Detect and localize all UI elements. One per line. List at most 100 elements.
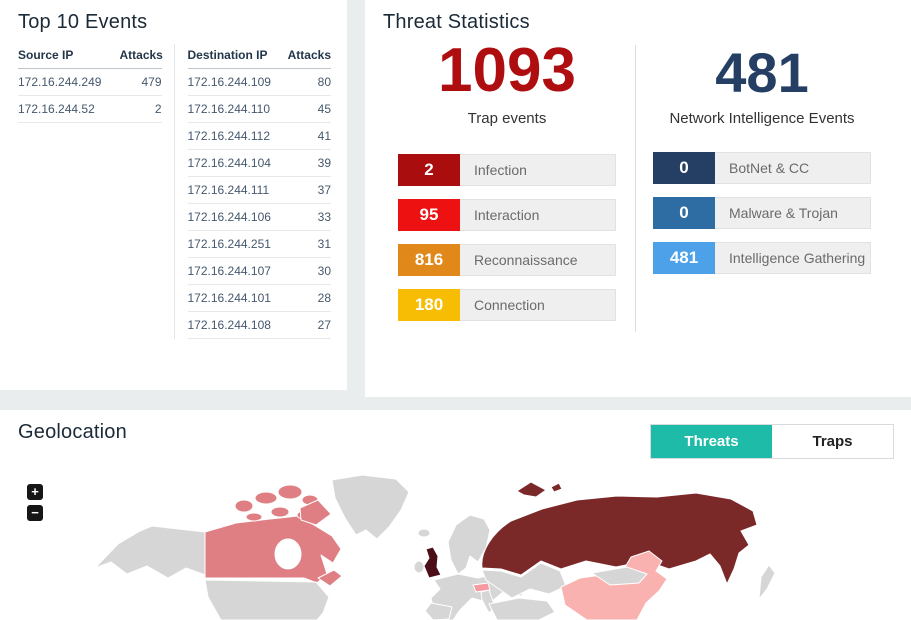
network-intelligence-label: Network Intelligence Events xyxy=(669,109,855,127)
top-events-panel: Top 10 Events Source IP Attacks 172.16.2… xyxy=(0,0,347,390)
destination-ip-cell: 172.16.244.110 xyxy=(187,95,287,123)
world-map[interactable] xyxy=(0,470,911,620)
destination-ip-cell: 172.16.244.108 xyxy=(187,311,287,339)
map-country-ireland[interactable] xyxy=(413,560,425,574)
attacks-cell: 479 xyxy=(119,68,162,96)
attacks-cell: 31 xyxy=(287,230,331,258)
map-canada-island[interactable] xyxy=(277,484,303,500)
top-events-tables: Source IP Attacks 172.16.244.249 479 172… xyxy=(0,34,347,339)
attacks-cell: 37 xyxy=(287,176,331,204)
attacks-cell: 28 xyxy=(287,284,331,312)
trap-category-badges: 2 Infection 95 Interaction 816 Reconnais… xyxy=(398,154,616,322)
category-label: Malware & Trojan xyxy=(729,204,838,221)
source-ip-header: Source IP xyxy=(18,44,120,69)
table-row: 172.16.244.112 41 xyxy=(187,122,331,150)
map-country-alaska[interactable] xyxy=(94,525,206,579)
attacks-cell: 45 xyxy=(287,95,331,123)
destination-ip-table: Destination IP Attacks 172.16.244.109 80 … xyxy=(175,44,331,339)
table-row: 172.16.244.107 30 xyxy=(187,257,331,285)
category-label: Infection xyxy=(474,162,527,179)
top-events-title: Top 10 Events xyxy=(18,11,148,33)
threat-statistics-panel: Threat Statistics 1093 Trap events 2 Inf… xyxy=(365,0,911,397)
table-row: 172.16.244.110 45 xyxy=(187,95,331,123)
destination-ip-cell: 172.16.244.101 xyxy=(187,284,287,312)
intel-category-badges: 0 BotNet & CC 0 Malware & Trojan 481 Int… xyxy=(653,151,871,274)
source-ip-cell: 172.16.244.249 xyxy=(18,68,120,96)
network-intelligence-count: 481 xyxy=(715,41,809,104)
attacks-cell: 39 xyxy=(287,149,331,177)
column-divider xyxy=(635,45,636,332)
malware-badge: 0 Malware & Trojan xyxy=(653,196,871,229)
map-country-iceland[interactable] xyxy=(417,528,431,538)
attacks-cell: 33 xyxy=(287,203,331,231)
botnet-badge: 0 BotNet & CC xyxy=(653,151,871,184)
table-row: 172.16.244.106 33 xyxy=(187,203,331,231)
category-count: 0 xyxy=(653,151,715,184)
zoom-out-button[interactable]: − xyxy=(27,505,43,521)
attacks-header: Attacks xyxy=(119,44,163,69)
category-count: 180 xyxy=(398,289,460,322)
reconnaissance-badge: 816 Reconnaissance xyxy=(398,244,616,277)
category-label: Connection xyxy=(474,297,545,314)
trap-events-column: 1093 Trap events 2 Infection 95 Interact… xyxy=(398,38,616,334)
attacks-cell: 27 xyxy=(287,311,331,339)
attacks-cell: 41 xyxy=(287,122,331,150)
infection-badge: 2 Infection xyxy=(398,154,616,187)
map-russia-islands[interactable] xyxy=(550,482,563,493)
destination-ip-cell: 172.16.244.111 xyxy=(187,176,287,204)
traps-toggle-button[interactable]: Traps xyxy=(772,425,893,458)
trap-events-count: 1093 xyxy=(438,36,576,105)
category-label: Interaction xyxy=(474,207,540,224)
destination-ip-cell: 172.16.244.107 xyxy=(187,257,287,285)
table-row: 172.16.244.108 27 xyxy=(187,311,331,339)
map-canada-island[interactable] xyxy=(270,506,290,518)
category-count: 481 xyxy=(653,241,715,274)
category-count: 95 xyxy=(398,199,460,232)
threats-toggle-button[interactable]: Threats xyxy=(651,425,772,458)
trap-events-label: Trap events xyxy=(467,110,547,128)
map-country-canada[interactable] xyxy=(204,515,342,584)
interaction-badge: 95 Interaction xyxy=(398,199,616,232)
destination-ip-cell: 172.16.244.112 xyxy=(187,122,287,150)
map-russia-islands[interactable] xyxy=(516,481,547,498)
table-row: 172.16.244.52 2 xyxy=(18,95,162,123)
zoom-in-button[interactable]: + xyxy=(27,484,43,500)
map-hudson-bay xyxy=(274,538,302,570)
category-label: Intelligence Gathering xyxy=(729,249,866,266)
category-count: 0 xyxy=(653,196,715,229)
map-country-greenland[interactable] xyxy=(331,474,410,540)
source-ip-table: Source IP Attacks 172.16.244.249 479 172… xyxy=(18,44,175,339)
category-count: 2 xyxy=(398,154,460,187)
map-country-usa[interactable] xyxy=(204,579,330,620)
threat-statistics-title: Threat Statistics xyxy=(383,11,530,33)
category-label: BotNet & CC xyxy=(729,159,810,176)
attacks-cell: 2 xyxy=(119,95,162,123)
destination-ip-cell: 172.16.244.109 xyxy=(187,68,287,96)
category-count: 816 xyxy=(398,244,460,277)
map-canada-island[interactable] xyxy=(254,491,278,505)
table-row: 172.16.244.109 80 xyxy=(187,68,331,96)
destination-ip-cell: 172.16.244.104 xyxy=(187,149,287,177)
map-country-japan[interactable] xyxy=(758,564,776,600)
attacks-cell: 30 xyxy=(287,257,331,285)
category-label: Reconnaissance xyxy=(474,252,578,269)
attacks-header: Attacks xyxy=(287,44,331,69)
table-row: 172.16.244.104 39 xyxy=(187,149,331,177)
map-zoom-controls: + − xyxy=(27,484,43,526)
source-ip-cell: 172.16.244.52 xyxy=(18,95,120,123)
destination-ip-cell: 172.16.244.106 xyxy=(187,203,287,231)
connection-badge: 180 Connection xyxy=(398,289,616,322)
map-canada-island[interactable] xyxy=(234,499,254,513)
intelligence-gathering-badge: 481 Intelligence Gathering xyxy=(653,241,871,274)
map-country-uk[interactable] xyxy=(423,546,442,579)
map-country-bulgaria[interactable] xyxy=(472,582,491,593)
table-row: 172.16.244.111 37 xyxy=(187,176,331,204)
map-region-middle-east[interactable] xyxy=(488,597,556,620)
map-mode-toggle: Threats Traps xyxy=(650,424,894,459)
destination-ip-cell: 172.16.244.251 xyxy=(187,230,287,258)
map-canada-island[interactable] xyxy=(245,512,263,522)
table-row: 172.16.244.251 31 xyxy=(187,230,331,258)
table-row: 172.16.244.249 479 xyxy=(18,68,162,96)
network-intelligence-column: 481 Network Intelligence Events 0 BotNet… xyxy=(653,38,871,287)
table-row: 172.16.244.101 28 xyxy=(187,284,331,312)
